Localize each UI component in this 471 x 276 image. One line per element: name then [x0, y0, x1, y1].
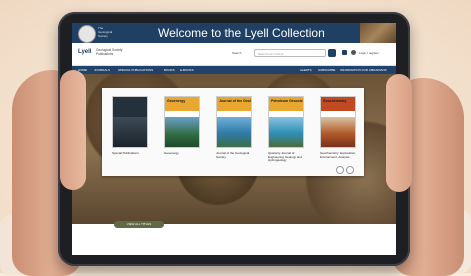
cart-icon[interactable]: [342, 50, 347, 55]
book-label[interactable]: Special Publications: [112, 151, 154, 156]
book-cover[interactable]: Petroleum Geoscience: [268, 96, 304, 148]
user-icon[interactable]: [351, 50, 356, 55]
nav-item-librarians[interactable]: INFORMATION FOR LIBRARIANS: [340, 68, 387, 72]
login-link[interactable]: Login / register: [359, 51, 379, 55]
titles-carousel: Special Publications Geoenergy Geoenergy…: [102, 88, 364, 176]
banner-title: Welcome to the Lyell Collection: [158, 26, 325, 40]
nav-item-special-publications[interactable]: SPECIAL PUBLICATIONS: [118, 68, 153, 72]
book-title: Journal of the Geological Society: [219, 99, 251, 103]
main-nav: HOME JOURNALS SPECIAL PUBLICATIONS BOOKS…: [72, 66, 396, 74]
book-label[interactable]: Quarterly Journal of Engineering Geology…: [268, 151, 310, 163]
nav-item-journals[interactable]: JOURNALS: [94, 68, 110, 72]
site-header: Lyell Geological Society Publications Se…: [72, 43, 396, 66]
tablet-screen: The Geological Society Welcome to the Ly…: [72, 23, 396, 255]
left-thumb: [60, 70, 86, 190]
right-thumb: [386, 74, 412, 192]
search-label: Search: [232, 51, 242, 55]
search-button[interactable]: [328, 49, 336, 57]
brand-subtitle: Geological Society Publications: [96, 48, 123, 56]
welcome-banner: The Geological Society Welcome to the Ly…: [72, 23, 396, 43]
view-all-titles-button[interactable]: VIEW ALL TITLES: [114, 221, 164, 228]
book-title: Geochemistry: [323, 99, 347, 103]
tablet-device: The Geological Society Welcome to the Ly…: [58, 12, 410, 266]
society-label: The Geological Society: [98, 26, 113, 38]
banner-rock-image: [360, 23, 396, 43]
book-cover[interactable]: [112, 96, 148, 148]
book-cover[interactable]: Journal of the Geological Society: [216, 96, 252, 148]
nav-item-alerts[interactable]: ALERTS: [300, 68, 312, 72]
book-label[interactable]: Geochemistry: Exploration, Environment, …: [320, 151, 362, 159]
carousel-prev-button[interactable]: [336, 166, 344, 174]
search-input[interactable]: Search our content: [254, 49, 326, 57]
book-cover[interactable]: Geoenergy: [164, 96, 200, 148]
nav-item-ebooks[interactable]: E-BOOKS: [180, 68, 194, 72]
geological-society-logo-icon: [78, 25, 96, 43]
nav-item-subscribe[interactable]: SUBSCRIBE: [318, 68, 335, 72]
brand-logo[interactable]: Lyell: [78, 49, 91, 55]
nav-item-books[interactable]: BOOKS: [164, 68, 175, 72]
book-label[interactable]: Geoenergy: [164, 151, 206, 156]
page-footer-area: [72, 233, 396, 255]
book-title: Geoenergy: [167, 99, 186, 103]
book-title: Petroleum Geoscience: [271, 99, 303, 103]
book-label[interactable]: Journal of the Geological Society: [216, 151, 258, 159]
carousel-next-button[interactable]: [346, 166, 354, 174]
book-cover[interactable]: Geochemistry: [320, 96, 356, 148]
